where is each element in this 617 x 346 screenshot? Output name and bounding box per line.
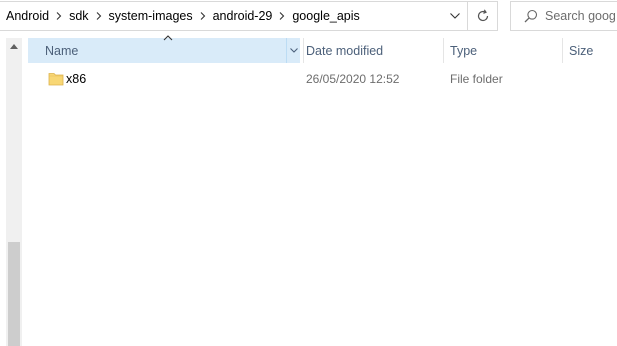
column-header-size-label: Size xyxy=(569,43,594,58)
breadcrumb-item-android[interactable]: Android xyxy=(4,1,51,31)
chevron-right-icon[interactable] xyxy=(195,1,211,31)
column-header-row: Name Date modified Type Size xyxy=(28,35,617,63)
sort-ascending-icon xyxy=(163,35,173,41)
navigation-pane-scrollbar[interactable] xyxy=(6,38,22,346)
column-header-size[interactable]: Size xyxy=(569,38,617,63)
column-header-date-modified-label: Date modified xyxy=(306,43,384,58)
address-bar-row: Android sdk system-images android-29 goo… xyxy=(0,0,617,33)
file-date-modified: 26/05/2020 12:52 xyxy=(306,72,400,86)
column-header-type-label: Type xyxy=(450,43,478,58)
address-history-dropdown-button[interactable] xyxy=(443,2,467,30)
scroll-up-button[interactable] xyxy=(6,38,22,54)
column-divider[interactable] xyxy=(303,38,304,63)
column-header-name[interactable]: Name xyxy=(28,35,300,63)
file-type: File folder xyxy=(450,72,503,86)
chevron-right-icon[interactable] xyxy=(51,1,67,31)
refresh-button[interactable] xyxy=(468,1,498,31)
folder-icon xyxy=(48,73,64,86)
caret-up-icon xyxy=(10,43,18,49)
column-divider[interactable] xyxy=(443,38,444,63)
file-name[interactable]: x86 xyxy=(66,68,86,90)
column-header-type[interactable]: Type xyxy=(450,38,560,63)
file-row[interactable]: x86 26/05/2020 12:52 File folder xyxy=(28,68,617,90)
column-divider[interactable] xyxy=(562,38,563,63)
breadcrumb: Android sdk system-images android-29 goo… xyxy=(0,2,362,30)
address-bar[interactable]: Android sdk system-images android-29 goo… xyxy=(0,1,468,31)
breadcrumb-item-system-images[interactable]: system-images xyxy=(107,1,195,31)
chevron-right-icon[interactable] xyxy=(91,1,107,31)
column-header-name-label: Name xyxy=(45,43,79,58)
breadcrumb-item-android-29[interactable]: android-29 xyxy=(211,1,275,31)
chevron-right-icon[interactable] xyxy=(274,1,290,31)
search-box[interactable] xyxy=(510,1,617,31)
search-icon xyxy=(517,2,545,30)
breadcrumb-item-sdk[interactable]: sdk xyxy=(67,1,90,31)
scrollbar-thumb[interactable] xyxy=(8,242,20,346)
column-filter-dropdown-button[interactable] xyxy=(286,38,300,63)
chevron-down-icon xyxy=(289,48,298,53)
column-header-date-modified[interactable]: Date modified xyxy=(306,38,442,63)
chevron-down-icon xyxy=(450,13,460,19)
breadcrumb-item-google-apis[interactable]: google_apis xyxy=(290,1,361,31)
search-input[interactable] xyxy=(545,9,617,23)
refresh-icon xyxy=(477,9,488,22)
